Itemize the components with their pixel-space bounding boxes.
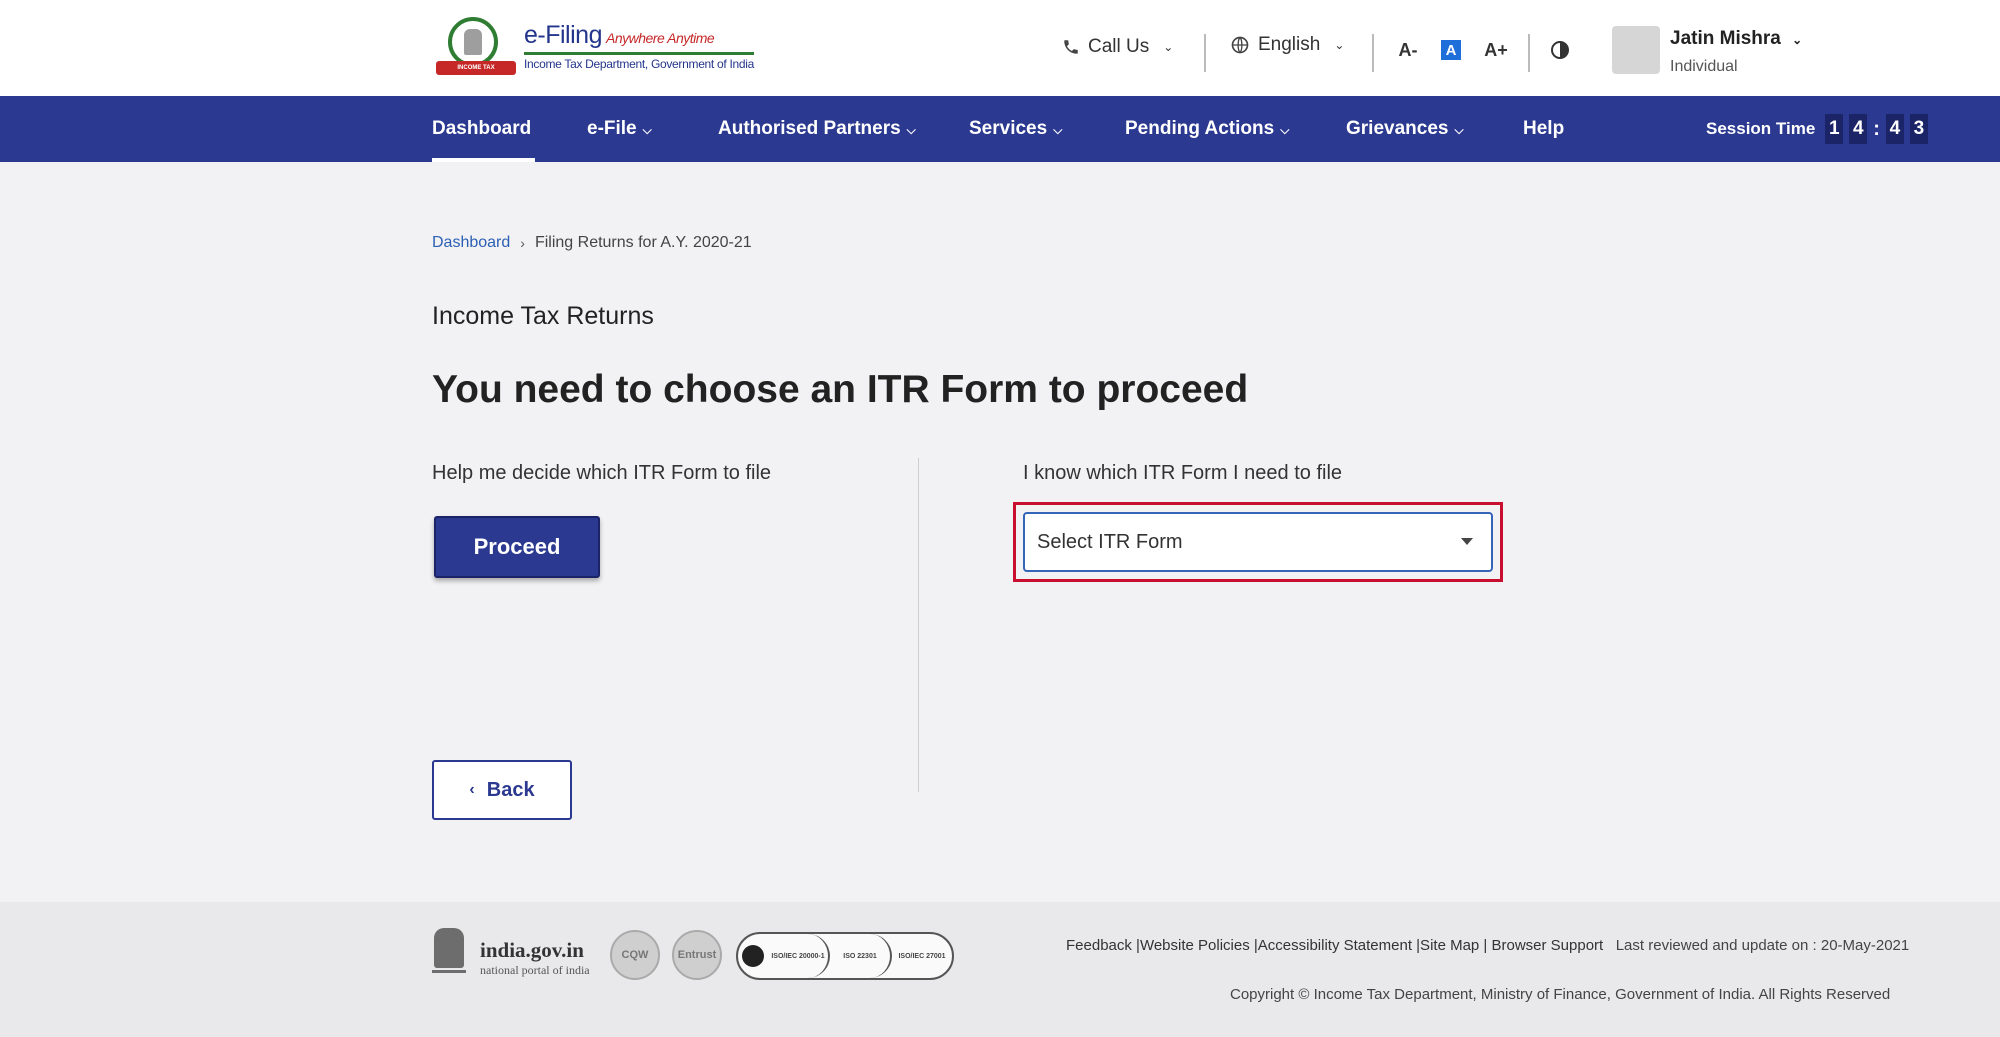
page-title: You need to choose an ITR Form to procee… — [432, 368, 1249, 411]
iso-certification-badges: ISO/IEC 20000-1 ISO 22301 ISO/IEC 27001 — [736, 932, 954, 980]
iso-badge: ISO/IEC 27001 — [898, 952, 946, 960]
session-colon: : — [1873, 117, 1880, 140]
user-name: Jatin Mishra — [1670, 28, 1781, 49]
session-digit: 1 — [1825, 114, 1844, 144]
chevron-down-icon: ⌄ — [1334, 38, 1345, 52]
nav-dashboard[interactable]: Dashboard — [432, 96, 536, 162]
copyright: Copyright © Income Tax Department, Minis… — [1230, 986, 1891, 1003]
bsi-icon — [742, 945, 764, 967]
breadcrumb-dashboard-link[interactable]: Dashboard — [432, 234, 510, 252]
portal-name: india.gov.in — [480, 938, 584, 962]
proceed-button[interactable]: Proceed — [434, 516, 600, 578]
nav-authorised-partners[interactable]: Authorised Partners ⌵ — [718, 96, 916, 162]
breadcrumb: Dashboard › Filing Returns for A.Y. 2020… — [432, 234, 752, 252]
iso-badge: ISO/IEC 20000-1 — [768, 934, 830, 978]
footer-links: Feedback |Website Policies |Accessibilit… — [1066, 932, 1926, 959]
call-us-label: Call Us — [1088, 36, 1150, 57]
nav-help[interactable]: Help — [1523, 96, 1564, 162]
portal-subtitle: national portal of india — [480, 963, 590, 977]
footer-link-group[interactable]: Feedback |Website Policies |Accessibilit… — [1066, 937, 1603, 954]
chevron-left-icon: ‹ — [469, 781, 475, 798]
cqw-badge-icon: CQW — [610, 930, 660, 980]
divider — [1528, 34, 1530, 72]
nav-grievances[interactable]: Grievances ⌵ — [1346, 96, 1464, 162]
back-label: Back — [486, 778, 535, 801]
language-label: English — [1258, 34, 1321, 55]
contrast-toggle[interactable] — [1548, 38, 1572, 62]
session-digit: 4 — [1885, 114, 1904, 144]
iso-badge: ISO 22301 — [830, 934, 892, 978]
increase-font-button[interactable]: A+ — [1484, 38, 1508, 62]
divider — [1372, 34, 1374, 72]
know-form-label: I know which ITR Form I need to file — [1023, 462, 1343, 484]
session-digit: 3 — [1909, 114, 1928, 144]
chevron-down-icon: ⌄ — [1792, 33, 1803, 47]
last-reviewed: Last reviewed and update on : 20-May-202… — [1615, 937, 1910, 954]
chevron-down-icon: ⌵ — [1454, 123, 1464, 137]
chevron-down-icon: ⌵ — [1053, 123, 1063, 137]
income-tax-emblem-icon: INCOME TAX DEPARTMENT — [432, 15, 518, 85]
help-decide-label: Help me decide which ITR Form to file — [432, 462, 772, 484]
divider — [1204, 34, 1206, 72]
back-button[interactable]: ‹ Back — [432, 760, 572, 820]
chevron-down-icon: ⌵ — [1280, 123, 1290, 137]
nav-pending-actions[interactable]: Pending Actions ⌵ — [1125, 96, 1289, 162]
efiling-logo[interactable]: INCOME TAX DEPARTMENT e-Filing Anywhere A… — [432, 14, 754, 85]
brand-tagline: Anywhere Anytime — [605, 30, 715, 46]
session-timer: Session Time 1 4 : 4 3 — [1706, 96, 1934, 162]
footer — [0, 902, 2000, 1037]
main-content: Dashboard › Filing Returns for A.Y. 2020… — [0, 162, 2000, 902]
column-divider — [918, 458, 919, 792]
language-dropdown[interactable]: English ⌄ — [1230, 34, 1344, 56]
decrease-font-button[interactable]: A- — [1396, 38, 1420, 62]
user-menu[interactable]: Jatin Mishra ⌄ — [1670, 28, 1802, 50]
contrast-icon — [1551, 41, 1569, 59]
brand-title: e-Filing — [524, 21, 602, 49]
brand-subtitle: Income Tax Department, Government of Ind… — [524, 52, 754, 71]
national-emblem-icon — [432, 928, 466, 984]
chevron-down-icon: ⌵ — [906, 123, 916, 137]
main-nav: Dashboard e-File ⌵ Authorised Partners ⌵ S… — [0, 96, 2000, 162]
nav-services[interactable]: Services ⌵ — [969, 96, 1062, 162]
india-gov-link[interactable]: india.gov.in national portal of india — [480, 938, 590, 978]
call-us-dropdown[interactable]: Call Us ⌄ — [1062, 36, 1173, 58]
reset-font-button[interactable]: A — [1441, 40, 1461, 60]
caret-down-icon — [1461, 538, 1473, 545]
top-header: INCOME TAX DEPARTMENT e-Filing Anywhere A… — [0, 0, 2000, 96]
itr-form-select[interactable]: Select ITR Form — [1023, 512, 1493, 572]
phone-icon — [1064, 40, 1078, 54]
brand-text: e-Filing Anywhere Anytime Income Tax Depa… — [524, 21, 754, 71]
session-label: Session Time — [1706, 119, 1816, 138]
entrust-badge-icon: Entrust — [672, 930, 722, 980]
user-role: Individual — [1670, 58, 1738, 75]
session-digit: 4 — [1849, 114, 1868, 144]
globe-icon — [1231, 36, 1249, 54]
chevron-right-icon: › — [520, 235, 525, 251]
section-title: Income Tax Returns — [432, 302, 654, 330]
breadcrumb-current: Filing Returns for A.Y. 2020-21 — [534, 234, 752, 251]
chevron-down-icon: ⌄ — [1163, 40, 1174, 54]
chevron-down-icon: ⌵ — [642, 123, 652, 137]
nav-e-file[interactable]: e-File ⌵ — [587, 96, 652, 162]
itr-form-select-value: Select ITR Form — [1037, 530, 1183, 553]
avatar[interactable] — [1612, 26, 1660, 74]
